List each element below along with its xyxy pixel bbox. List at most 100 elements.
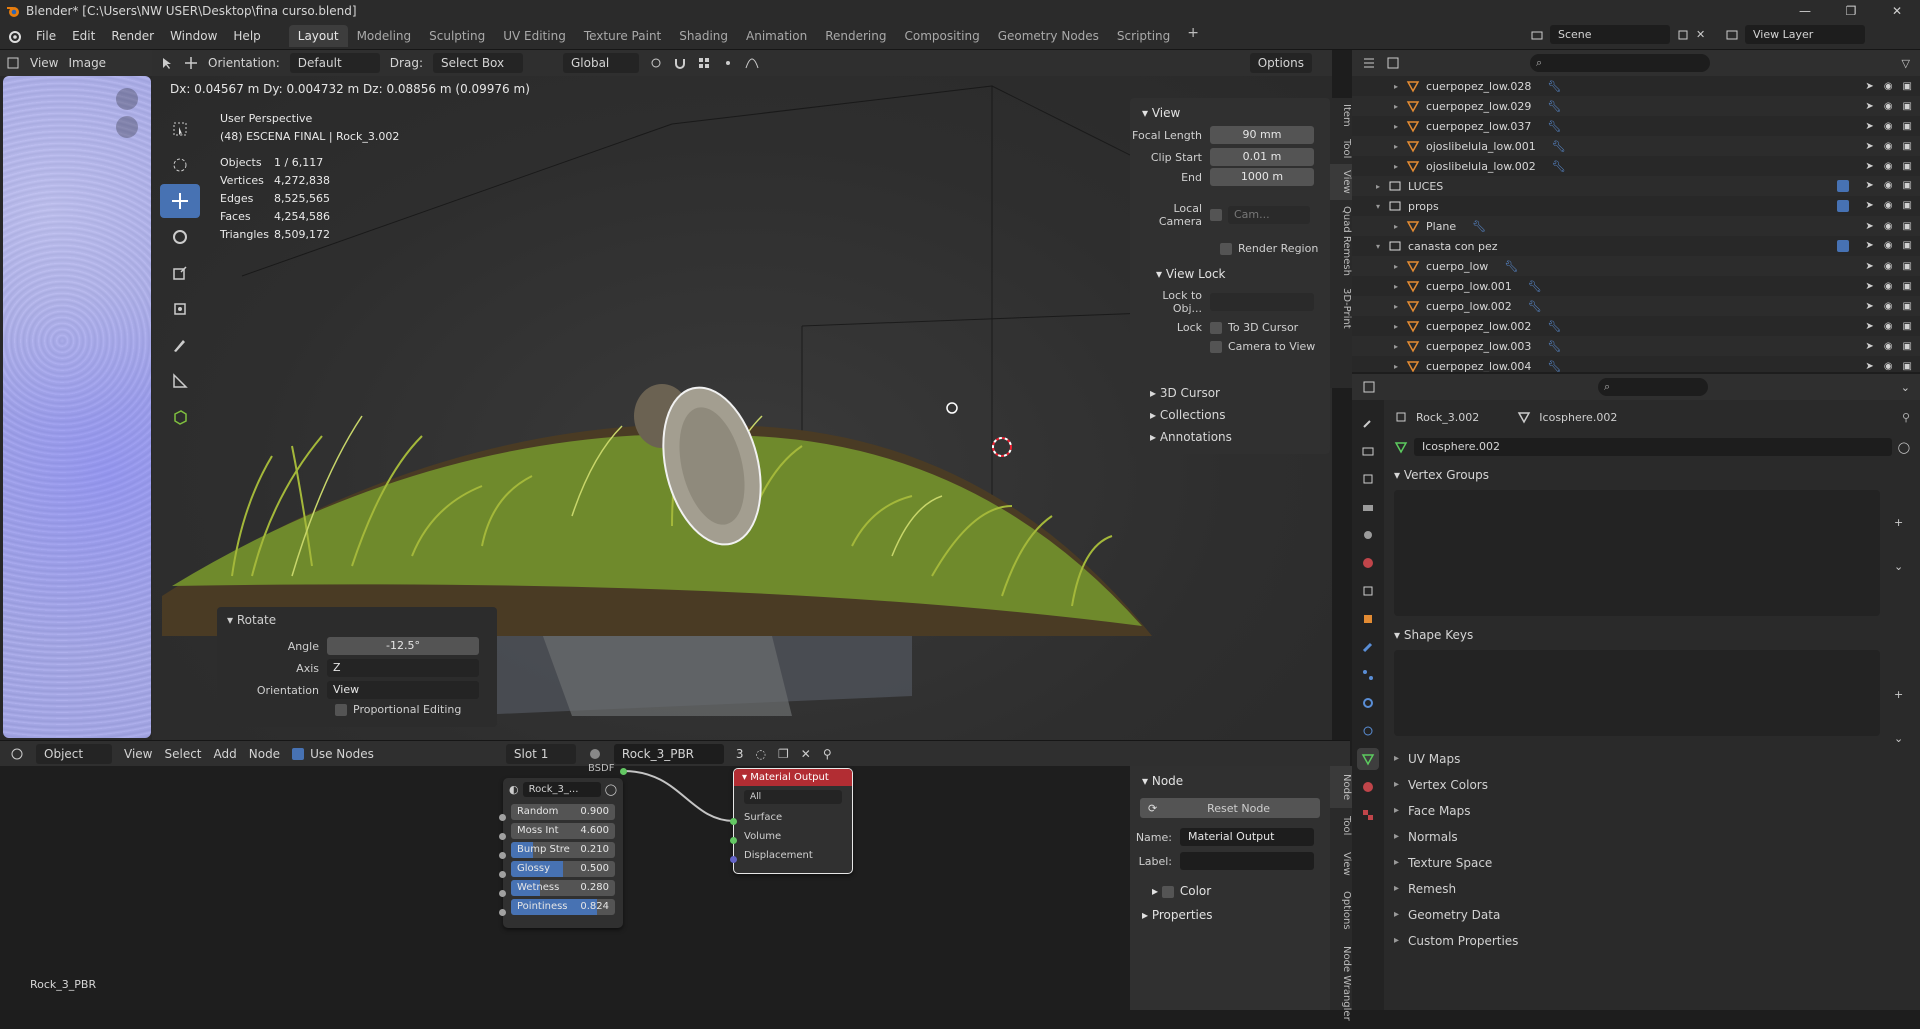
- glossy-slider[interactable]: Glossy 0.500: [511, 861, 615, 877]
- node-label-field[interactable]: [1180, 852, 1314, 870]
- outliner-row[interactable]: ▸ cuerpo_low 🔧︎ ➤ ◉ ▣: [1352, 256, 1920, 276]
- geometry-data-section[interactable]: Geometry Data: [1384, 902, 1920, 928]
- select-arrow-icon[interactable]: ➤: [1865, 261, 1873, 272]
- pointiness-slider[interactable]: Pointiness 0.824: [511, 899, 615, 915]
- rock-group-node[interactable]: ◐ Rock_3_... ◯ Random 0.900 Moss Int 4.600…: [503, 778, 623, 928]
- to-3d-cursor-checkbox[interactable]: [1210, 321, 1222, 334]
- node-color-section[interactable]: ▸ Color: [1130, 884, 1330, 898]
- camera-icon[interactable]: ▣: [1903, 141, 1912, 152]
- eye-icon[interactable]: ◉: [1884, 121, 1893, 132]
- falloff-icon[interactable]: [745, 56, 759, 70]
- focal-length-field[interactable]: 90 mm: [1210, 126, 1314, 144]
- camera-icon[interactable]: ▣: [1903, 180, 1912, 192]
- camera-icon[interactable]: ▣: [1903, 121, 1912, 132]
- modifier-icon[interactable]: 🔧︎: [1504, 260, 1518, 273]
- tab-node-wrangler[interactable]: Node Wrangler: [1330, 938, 1352, 1029]
- drag-dropdown[interactable]: Select Box: [432, 53, 523, 73]
- camera-icon[interactable]: ▣: [1903, 281, 1912, 292]
- object-mode-dropdown[interactable]: Object: [36, 743, 112, 764]
- select-arrow-icon[interactable]: ➤: [1865, 321, 1873, 332]
- mesh-data-props-icon[interactable]: [1357, 748, 1379, 770]
- node-name-field[interactable]: Material Output: [1180, 828, 1314, 846]
- menu-window[interactable]: Window: [162, 29, 225, 43]
- add-workspace-button[interactable]: +: [1179, 25, 1207, 47]
- eye-icon[interactable]: ◉: [1884, 101, 1893, 112]
- tab-animation[interactable]: Animation: [737, 25, 816, 47]
- proportional-editing-checkbox[interactable]: [335, 703, 347, 716]
- particles-props-icon[interactable]: [1357, 664, 1379, 686]
- vertex-groups-list[interactable]: [1394, 490, 1880, 616]
- fake-user-shield-icon[interactable]: ◯: [1898, 441, 1910, 454]
- tool-props-icon[interactable]: [1357, 412, 1379, 434]
- options-dropdown[interactable]: Options: [1249, 53, 1312, 73]
- exclude-checkbox[interactable]: [1837, 200, 1850, 212]
- properties-editor-icon[interactable]: [1362, 380, 1376, 394]
- modifier-icon[interactable]: 🔧︎: [1528, 280, 1542, 293]
- pin-icon[interactable]: ⚲: [1902, 411, 1910, 424]
- shader-editor-type-icon[interactable]: [10, 747, 24, 761]
- fake-user-icon[interactable]: ◌: [756, 747, 766, 761]
- measure-tool[interactable]: [160, 364, 200, 398]
- render-props-icon[interactable]: [1357, 440, 1379, 462]
- local-camera-checkbox[interactable]: [1210, 209, 1222, 221]
- orientation-dropdown-rotate[interactable]: View: [327, 681, 479, 699]
- tab-item[interactable]: Item: [1330, 98, 1352, 133]
- tab-scripting[interactable]: Scripting: [1108, 25, 1179, 47]
- camera-icon[interactable]: ▣: [1903, 101, 1912, 112]
- material-output-node[interactable]: ▾ Material Output All Surface Volume Dis…: [733, 768, 853, 874]
- fake-user-shield-icon[interactable]: ◯: [605, 783, 617, 796]
- input-socket[interactable]: [499, 890, 506, 897]
- new-scene-icon[interactable]: [1676, 28, 1690, 42]
- add-shape-key-button[interactable]: +: [1894, 688, 1903, 701]
- mesh-browse-icon[interactable]: [1394, 440, 1408, 454]
- volume-socket[interactable]: [730, 837, 737, 844]
- world-props-icon[interactable]: [1357, 552, 1379, 574]
- tab-view[interactable]: View: [1330, 164, 1352, 200]
- outliner-row[interactable]: ▸ cuerpopez_low.029 🔧︎ ➤ ◉ ▣: [1352, 96, 1920, 116]
- normals-section[interactable]: Normals: [1384, 824, 1920, 850]
- uv-maps-section[interactable]: UV Maps: [1384, 746, 1920, 772]
- tab-3d-print[interactable]: 3D-Print: [1330, 282, 1352, 335]
- pan-hand-icon[interactable]: [116, 116, 138, 138]
- node-group-selector[interactable]: ◐ Rock_3_... ◯: [503, 778, 623, 801]
- modifier-icon[interactable]: 🔧︎: [1552, 140, 1566, 153]
- angle-field[interactable]: -12.5°: [327, 637, 479, 655]
- outliner-row[interactable]: ▾ props ➤ ◉ ▣: [1352, 196, 1920, 216]
- eye-icon[interactable]: ◉: [1884, 81, 1893, 92]
- eye-icon[interactable]: ◉: [1884, 141, 1893, 152]
- expand-toggle-icon[interactable]: ▸: [1394, 282, 1406, 291]
- eye-icon[interactable]: ◉: [1884, 321, 1893, 332]
- modifier-icon[interactable]: 🔧︎: [1547, 100, 1561, 113]
- output-props-icon[interactable]: [1357, 468, 1379, 490]
- mesh-datablock-field[interactable]: Icosphere.002: [1414, 438, 1892, 456]
- expand-toggle-icon[interactable]: ▸: [1394, 142, 1406, 151]
- tab-shading[interactable]: Shading: [670, 25, 737, 47]
- move-tool[interactable]: [160, 184, 200, 218]
- eye-icon[interactable]: ◉: [1884, 341, 1893, 352]
- material-name-field[interactable]: Rock_3_PBR: [613, 743, 724, 764]
- vertex-groups-header[interactable]: ▾ Vertex Groups: [1384, 468, 1920, 482]
- modifier-icon[interactable]: 🔧︎: [1547, 120, 1561, 133]
- input-socket[interactable]: [499, 852, 506, 859]
- select-arrow-icon[interactable]: ➤: [1865, 221, 1873, 232]
- unlink-material-icon[interactable]: ✕: [801, 747, 811, 761]
- select-arrow-icon[interactable]: ➤: [1865, 200, 1873, 212]
- display-mode-icon[interactable]: [1386, 56, 1400, 70]
- constraints-props-icon[interactable]: [1357, 720, 1379, 742]
- physics-props-icon[interactable]: [1357, 692, 1379, 714]
- scene-props-icon[interactable]: [1357, 524, 1379, 546]
- camera-icon[interactable]: ▣: [1903, 361, 1912, 372]
- tab-sculpting[interactable]: Sculpting: [420, 25, 494, 47]
- scene-icon[interactable]: [1530, 28, 1544, 42]
- camera-icon[interactable]: ▣: [1903, 161, 1912, 172]
- modifier-icon[interactable]: 🔧︎: [1528, 300, 1542, 313]
- view-section-header[interactable]: ▾ View: [1130, 106, 1330, 120]
- material-browse-icon[interactable]: [588, 747, 602, 761]
- texture-space-section[interactable]: Texture Space: [1384, 850, 1920, 876]
- moss-intensity-slider[interactable]: Moss Int 4.600: [511, 823, 615, 839]
- rotate-tool[interactable]: [160, 220, 200, 254]
- eye-icon[interactable]: ◉: [1884, 301, 1893, 312]
- pivot-icon[interactable]: [649, 56, 663, 70]
- view-layer-selector[interactable]: View Layer: [1745, 25, 1865, 44]
- select-arrow-icon[interactable]: ➤: [1865, 341, 1873, 352]
